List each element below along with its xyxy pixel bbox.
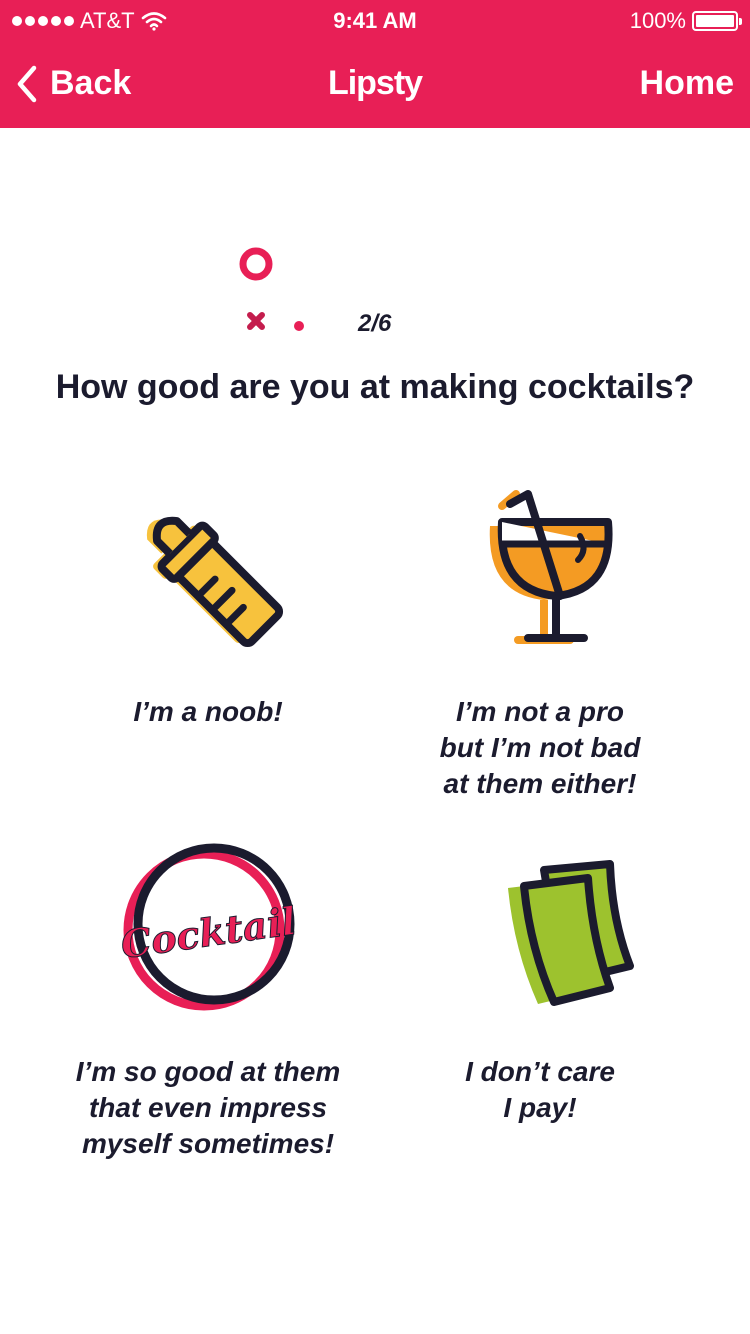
question-title: How good are you at making cocktails? [55,368,695,406]
app-header: AT&T 9:41 AM 100% Back Lipsty Home [0,0,750,128]
progress-dot-icon [294,321,304,331]
baby-bottle-icon [146,516,284,648]
battery-percent: 100% [629,8,686,33]
option-not-pro[interactable]: I’m not a pro but I’m not bad at them ei… [380,480,700,802]
status-right: 100% [629,8,742,34]
progress-cross-icon [247,312,265,330]
app-logo-title: Lipsty [327,64,423,102]
cocktail-badge-icon: Cocktail [118,843,299,1011]
cocktail-glass-icon [489,490,613,644]
option-noob[interactable]: I’m a noob! [48,480,368,730]
battery-icon [692,11,742,31]
navigation-bar: Back Lipsty Home [0,52,750,116]
option-i-pay[interactable]: I don’t care I pay! [380,840,700,1126]
money-icon [508,860,634,1006]
option-label: I’m a noob! [133,696,283,727]
option-label: I don’t care I pay! [465,1056,615,1123]
option-label: I’m so good at them that even impress my… [75,1056,341,1159]
option-label: I’m not a pro but I’m not bad at them ei… [439,696,641,799]
progress-ring-icon [239,247,273,281]
option-so-good[interactable]: Cocktail I’m so good at them that even i… [48,840,368,1162]
status-bar: AT&T 9:41 AM 100% [0,0,750,40]
home-button[interactable]: Home [640,64,734,103]
step-counter: 2/6 [358,310,392,337]
progress-indicator [239,247,304,331]
